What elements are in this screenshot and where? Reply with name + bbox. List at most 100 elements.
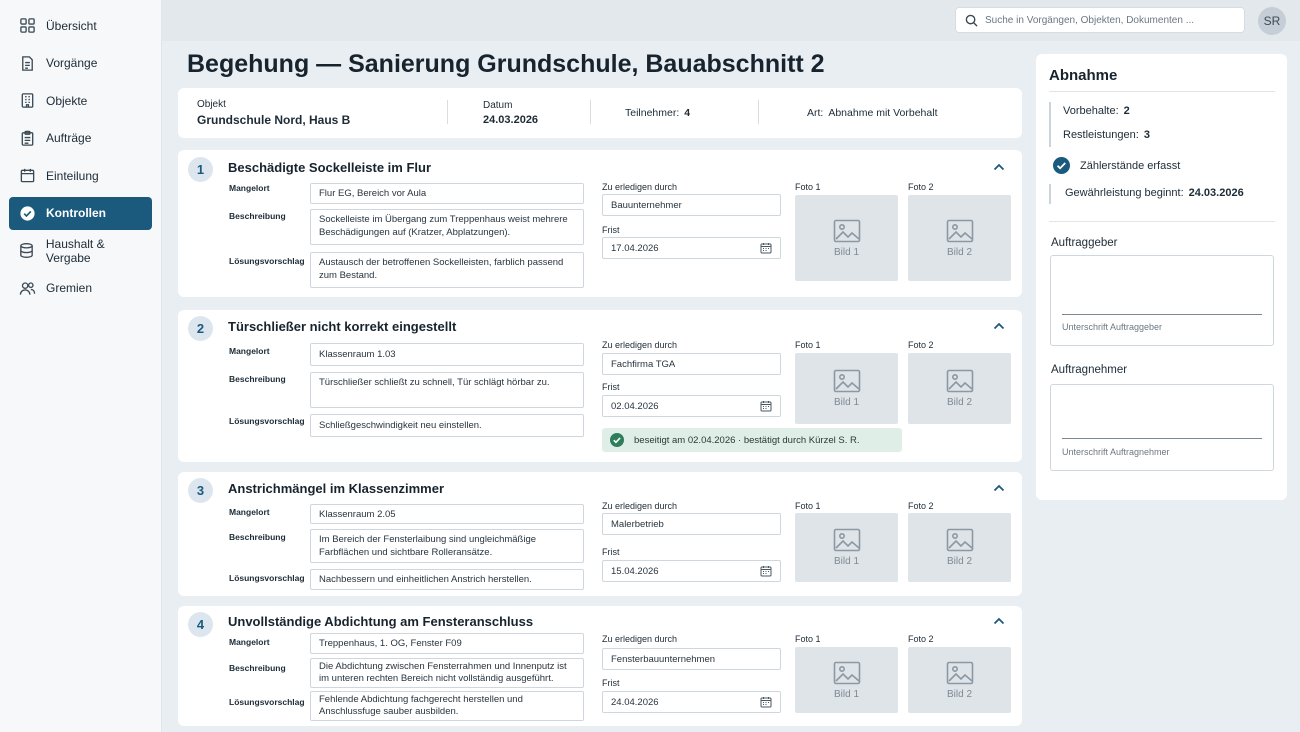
foto1-label: Foto 1 <box>795 634 821 644</box>
avatar[interactable]: SR <box>1258 7 1286 35</box>
calendar-icon <box>18 167 36 185</box>
check-circle-icon <box>610 433 624 447</box>
vorbehalte-row: Vorbehalte: 2 <box>1063 105 1130 117</box>
frist-label: Frist <box>602 382 620 392</box>
sidebar-item-uebersicht[interactable]: Übersicht <box>9 9 152 42</box>
frist-field[interactable]: 02.04.2026 <box>602 395 781 417</box>
frist-label: Frist <box>602 547 620 557</box>
defect-card: 1 Beschädigte Sockelleiste im Flur Mange… <box>178 150 1022 297</box>
defect-title: Beschädigte Sockelleiste im Flur <box>228 160 432 175</box>
frist-field[interactable]: 24.04.2026 <box>602 691 781 713</box>
beschreibung-field[interactable]: Sockelleiste im Übergang zum Treppenhaus… <box>310 209 584 245</box>
image-icon <box>946 219 973 242</box>
auftraggeber-label: Auftraggeber <box>1051 237 1118 249</box>
sidebar-item-einteilung[interactable]: Einteilung <box>9 159 152 192</box>
mangelort-field[interactable]: Flur EG, Bereich vor Aula <box>310 183 584 204</box>
zu-erledigen-label: Zu erledigen durch <box>602 182 678 192</box>
foto2-label: Foto 2 <box>908 634 934 644</box>
sidebar-item-label: Kontrollen <box>46 206 106 220</box>
photo-placeholder-2[interactable]: Bild 2 <box>908 353 1011 424</box>
sidebar-item-objekte[interactable]: Objekte <box>9 84 152 117</box>
calendar-icon[interactable] <box>760 242 772 254</box>
zu-erledigen-field[interactable]: Fachfirma TGA <box>602 353 781 375</box>
search-box[interactable] <box>955 7 1245 33</box>
chevron-up-icon[interactable] <box>992 614 1006 628</box>
building-icon <box>18 92 36 110</box>
meta-datum-value: 24.03.2026 <box>483 114 539 126</box>
beschreibung-field[interactable]: Im Bereich der Fensterlaibung sind ungle… <box>310 529 584 563</box>
signature-caption: Unterschrift Auftragnehmer <box>1062 447 1170 457</box>
photo-placeholder-1[interactable]: Bild 1 <box>795 195 898 281</box>
status-text: beseitigt am 02.04.2026 · bestätigt durc… <box>634 434 860 446</box>
mangelort-label: Mangelort <box>229 637 270 647</box>
zu-erledigen-field[interactable]: Fensterbauunternehmen <box>602 648 781 670</box>
defect-number: 2 <box>188 316 213 341</box>
photo-placeholder-1[interactable]: Bild 1 <box>795 647 898 713</box>
chevron-up-icon[interactable] <box>992 160 1006 174</box>
gewaehrleistung-label: Gewährleistung beginnt: <box>1065 187 1184 199</box>
photo-caption: Bild 1 <box>833 397 859 408</box>
frist-value: 17.04.2026 <box>611 242 659 254</box>
chevron-up-icon[interactable] <box>992 481 1006 495</box>
mangelort-field[interactable]: Klassenraum 1.03 <box>310 343 584 366</box>
signature-auftraggeber[interactable]: Unterschrift Auftraggeber <box>1050 255 1274 346</box>
sidebar-item-auftraege[interactable]: Aufträge <box>9 122 152 155</box>
calendar-icon[interactable] <box>760 400 772 412</box>
zu-erledigen-field[interactable]: Malerbetrieb <box>602 513 781 535</box>
photo-placeholder-1[interactable]: Bild 1 <box>795 353 898 424</box>
calendar-icon[interactable] <box>760 565 772 577</box>
photo-placeholder-2[interactable]: Bild 2 <box>908 513 1011 582</box>
photo-caption: Bild 2 <box>946 556 972 567</box>
topbar: SR <box>162 0 1300 41</box>
grid-icon <box>18 17 36 35</box>
calendar-icon[interactable] <box>760 696 772 708</box>
loesung-label: Lösungsvorschlag <box>229 256 305 266</box>
frist-field[interactable]: 15.04.2026 <box>602 560 781 582</box>
defect-number: 1 <box>188 157 213 182</box>
photo-placeholder-2[interactable]: Bild 2 <box>908 195 1011 281</box>
frist-label: Frist <box>602 225 620 235</box>
defect-title: Unvollständige Abdichtung am Fensteransc… <box>228 614 534 629</box>
divider <box>590 100 591 124</box>
photo-caption: Bild 2 <box>946 688 972 700</box>
gewaehrleistung-row: Gewährleistung beginnt: 24.03.2026 <box>1065 187 1244 199</box>
loesung-field[interactable]: Schließgeschwindigkeit neu einstellen. <box>310 414 584 437</box>
restleistungen-label: Restleistungen: <box>1063 129 1139 141</box>
photo-placeholder-2[interactable]: Bild 2 <box>908 647 1011 713</box>
signature-line <box>1062 438 1262 439</box>
loesung-label: Lösungsvorschlag <box>229 697 305 707</box>
signature-auftragnehmer[interactable]: Unterschrift Auftragnehmer <box>1050 384 1274 471</box>
image-icon <box>833 528 860 552</box>
zu-erledigen-field[interactable]: Bauunternehmer <box>602 194 781 216</box>
mangelort-field[interactable]: Treppenhaus, 1. OG, Fenster F09 <box>310 633 584 654</box>
frist-field[interactable]: 17.04.2026 <box>602 237 781 259</box>
frist-label: Frist <box>602 678 620 688</box>
search-input[interactable] <box>985 14 1225 26</box>
mangelort-field[interactable]: Klassenraum 2.05 <box>310 504 584 524</box>
foto1-label: Foto 1 <box>795 340 821 350</box>
photo-placeholder-1[interactable]: Bild 1 <box>795 513 898 582</box>
meta-art: Art: Abnahme mit Vorbehalt <box>807 88 938 138</box>
foto2-label: Foto 2 <box>908 501 934 511</box>
loesung-field[interactable]: Nachbessern und einheitlichen Anstrich h… <box>310 569 584 590</box>
loesung-field[interactable]: Austausch der betroffenen Sockelleisten,… <box>310 252 584 288</box>
page-title: Begehung — Sanierung Grundschule, Bauabs… <box>187 50 825 78</box>
chevron-up-icon[interactable] <box>992 319 1006 333</box>
sidebar-item-gremien[interactable]: Gremien <box>9 272 152 305</box>
frist-value: 15.04.2026 <box>611 565 659 577</box>
sidebar-item-label: Objekte <box>46 93 88 108</box>
meta-art-label: Art: <box>807 107 824 119</box>
loesung-field[interactable]: Fehlende Abdichtung fachgerecht herstell… <box>310 691 584 721</box>
sidebar-item-vorgaenge[interactable]: Vorgänge <box>9 47 152 80</box>
beschreibung-field[interactable]: Die Abdichtung zwischen Fensterrahmen un… <box>310 658 584 688</box>
zu-erledigen-label: Zu erledigen durch <box>602 501 678 511</box>
sidebar-item-label: Gremien <box>46 281 93 295</box>
sidebar-item-haushalt[interactable]: Haushalt & Vergabe <box>9 234 152 267</box>
beschreibung-field[interactable]: Türschließer schließt zu schnell, Tür sc… <box>310 372 584 408</box>
foto1-label: Foto 1 <box>795 182 821 192</box>
zu-erledigen-label: Zu erledigen durch <box>602 634 678 644</box>
sidebar-item-label: Vorgänge <box>46 56 98 70</box>
sidebar-item-kontrollen[interactable]: Kontrollen <box>9 196 152 230</box>
defect-title: Anstrichmängel im Klassenzimmer <box>228 481 445 496</box>
image-icon <box>833 661 860 684</box>
